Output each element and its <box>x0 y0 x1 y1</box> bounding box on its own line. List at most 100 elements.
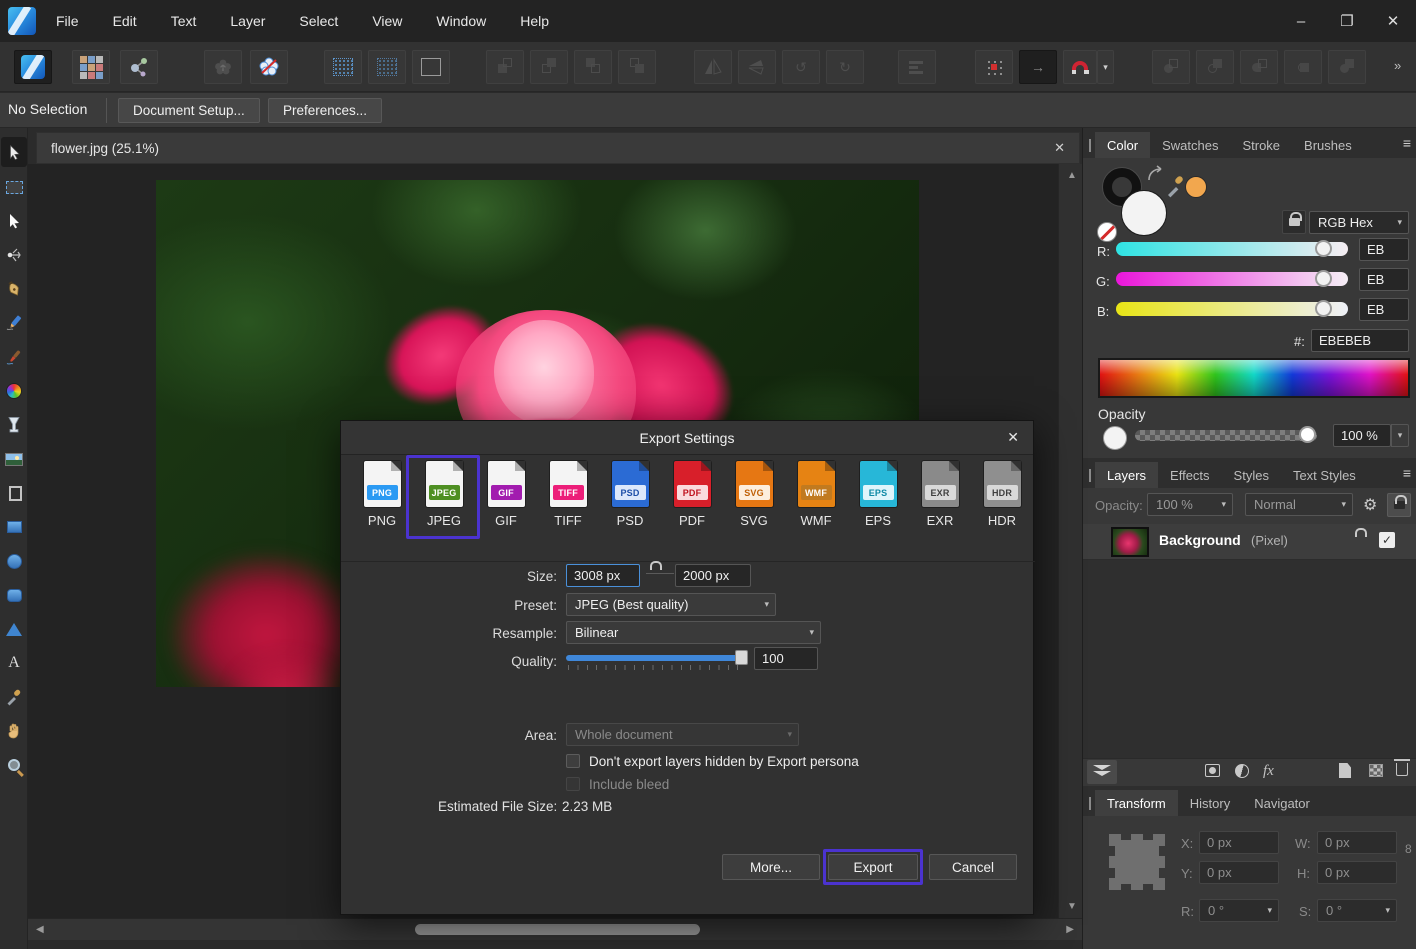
tab-swatches[interactable]: Swatches <box>1150 132 1230 158</box>
tab-layers[interactable]: Layers <box>1095 462 1158 488</box>
menu-edit[interactable]: Edit <box>113 13 137 29</box>
rotate-cw-button-disabled[interactable]: ↻ <box>826 50 864 84</box>
panel-menu-icon[interactable]: ≡ <box>1403 465 1411 481</box>
opacity-slider-track[interactable] <box>1135 430 1317 441</box>
menu-view[interactable]: View <box>372 13 402 29</box>
tool-pencil[interactable] <box>1 308 27 338</box>
delete-layer-button[interactable] <box>1396 763 1408 776</box>
menu-help[interactable]: Help <box>520 13 549 29</box>
snapping-grid-button[interactable] <box>975 50 1013 84</box>
blend-gear-icon[interactable]: ⚙ <box>1363 495 1377 515</box>
tool-text[interactable]: A <box>1 648 27 678</box>
blend-mode-dropdown[interactable]: Normal ▾ <box>1245 493 1353 516</box>
vertical-scrollbar[interactable]: ▲ ▼ <box>1058 164 1082 918</box>
tab-stroke[interactable]: Stroke <box>1230 132 1292 158</box>
dont-export-hidden-checkbox[interactable] <box>566 754 580 768</box>
menu-file[interactable]: File <box>56 13 79 29</box>
area-dropdown-disabled[interactable]: Whole document ▾ <box>566 723 799 746</box>
tool-rounded-rectangle[interactable] <box>1 580 27 610</box>
boolean-intersect-button-disabled[interactable] <box>1240 50 1278 84</box>
w-input[interactable] <box>1317 831 1397 854</box>
quality-slider-knob[interactable] <box>735 650 748 665</box>
opacity-slider-knob[interactable] <box>1299 426 1316 443</box>
artboard-grid-button[interactable] <box>412 50 450 84</box>
designer-persona-button[interactable] <box>14 50 52 84</box>
anchor-bottom-center[interactable] <box>1131 878 1143 890</box>
snapping-options-caret[interactable]: ▾ <box>1097 50 1114 84</box>
include-bleed-checkbox-disabled[interactable] <box>566 777 580 791</box>
preset-dropdown[interactable]: JPEG (Best quality) ▾ <box>566 593 776 616</box>
mask-layer-button[interactable] <box>1205 764 1220 777</box>
toggle-clip-canvas-button[interactable] <box>250 50 288 84</box>
preferences-button[interactable]: Preferences... <box>268 98 382 123</box>
dialog-close-icon[interactable]: ✕ <box>1007 429 1019 446</box>
format-exr[interactable]: EXREXR <box>909 461 971 557</box>
tool-color-picker[interactable] <box>1 682 27 712</box>
layer-thumbnail[interactable] <box>1111 527 1149 557</box>
format-eps[interactable]: EPSEPS <box>847 461 909 557</box>
new-layer-button[interactable] <box>1339 763 1351 778</box>
flip-horizontal-button-disabled[interactable] <box>694 50 732 84</box>
format-wmf[interactable]: WMFWMF <box>785 461 847 557</box>
no-color-well[interactable] <box>1097 222 1117 242</box>
place-decoration-button-disabled[interactable] <box>204 50 242 84</box>
layer-lock-button[interactable] <box>1387 493 1411 517</box>
rotation-dropdown[interactable]: 0 ° ▾ <box>1199 899 1279 922</box>
tool-rectangle[interactable] <box>1 512 27 542</box>
tool-view-hand[interactable] <box>1 716 27 746</box>
menu-layer[interactable]: Layer <box>230 13 265 29</box>
scroll-left-arrow[interactable]: ◀ <box>36 924 44 935</box>
opacity-caret-button[interactable]: ▾ <box>1391 424 1409 447</box>
snapping-toggle-button[interactable] <box>1063 50 1097 84</box>
tool-point-transform[interactable] <box>1 240 27 270</box>
tool-node[interactable] <box>1 206 27 236</box>
tab-transform[interactable]: Transform <box>1095 790 1178 816</box>
minimize-button[interactable]: – <box>1278 0 1324 42</box>
recent-color-swatch[interactable] <box>1185 176 1207 198</box>
wh-link-icon[interactable]: 8 <box>1405 842 1412 856</box>
boolean-combine-button-disabled[interactable] <box>1328 50 1366 84</box>
tab-text-styles[interactable]: Text Styles <box>1281 462 1368 488</box>
document-tab-close-icon[interactable]: ✕ <box>1054 140 1065 156</box>
tab-brushes[interactable]: Brushes <box>1292 132 1364 158</box>
tool-place-image[interactable] <box>1 444 27 474</box>
green-value-input[interactable] <box>1359 268 1409 291</box>
size-width-input[interactable] <box>566 564 640 587</box>
blue-slider-track[interactable] <box>1116 302 1348 316</box>
tool-transparency[interactable] <box>1 410 27 440</box>
maximize-button[interactable]: ❐ <box>1324 0 1370 42</box>
format-gif[interactable]: GIFGIF <box>475 461 537 557</box>
move-forward-button-disabled[interactable] <box>530 50 568 84</box>
y-input[interactable] <box>1199 861 1279 884</box>
menu-select[interactable]: Select <box>299 13 338 29</box>
hex-value-input[interactable] <box>1311 329 1409 352</box>
adjustment-layer-button[interactable] <box>1235 764 1249 778</box>
tool-artboard[interactable] <box>1 172 27 202</box>
green-slider-track[interactable] <box>1116 272 1348 286</box>
red-slider-knob[interactable] <box>1315 240 1332 257</box>
scroll-down-arrow[interactable]: ▼ <box>1067 901 1077 912</box>
anchor-mid-left[interactable] <box>1109 856 1121 868</box>
scroll-up-arrow[interactable]: ▲ <box>1067 170 1077 181</box>
format-svg[interactable]: SVGSVG <box>723 461 785 557</box>
color-spectrum[interactable] <box>1098 358 1410 398</box>
fill-color-well[interactable] <box>1121 190 1167 236</box>
boolean-add-button-disabled[interactable] <box>1152 50 1190 84</box>
tab-history[interactable]: History <box>1178 790 1242 816</box>
panel-drag-handle[interactable] <box>1089 797 1091 810</box>
quality-slider-track[interactable] <box>566 655 744 661</box>
h-input[interactable] <box>1317 861 1397 884</box>
menu-window[interactable]: Window <box>436 13 486 29</box>
quality-value-input[interactable] <box>754 647 818 670</box>
flip-vertical-button-disabled[interactable] <box>738 50 776 84</box>
toolbar-overflow-button[interactable]: » <box>1394 58 1401 73</box>
boolean-divide-button-disabled[interactable] <box>1284 50 1322 84</box>
tab-navigator[interactable]: Navigator <box>1242 790 1322 816</box>
layer-row-background[interactable]: Background (Pixel) ✓ <box>1083 524 1416 560</box>
red-value-input[interactable] <box>1359 238 1409 261</box>
horizontal-scrollbar[interactable]: ◀ ▶ <box>28 918 1082 940</box>
layer-opacity-dropdown[interactable]: 100 % ▾ <box>1147 493 1233 516</box>
scroll-right-arrow[interactable]: ▶ <box>1066 924 1074 935</box>
anchor-top-center[interactable] <box>1131 834 1143 846</box>
alignment-button-disabled[interactable] <box>898 50 936 84</box>
